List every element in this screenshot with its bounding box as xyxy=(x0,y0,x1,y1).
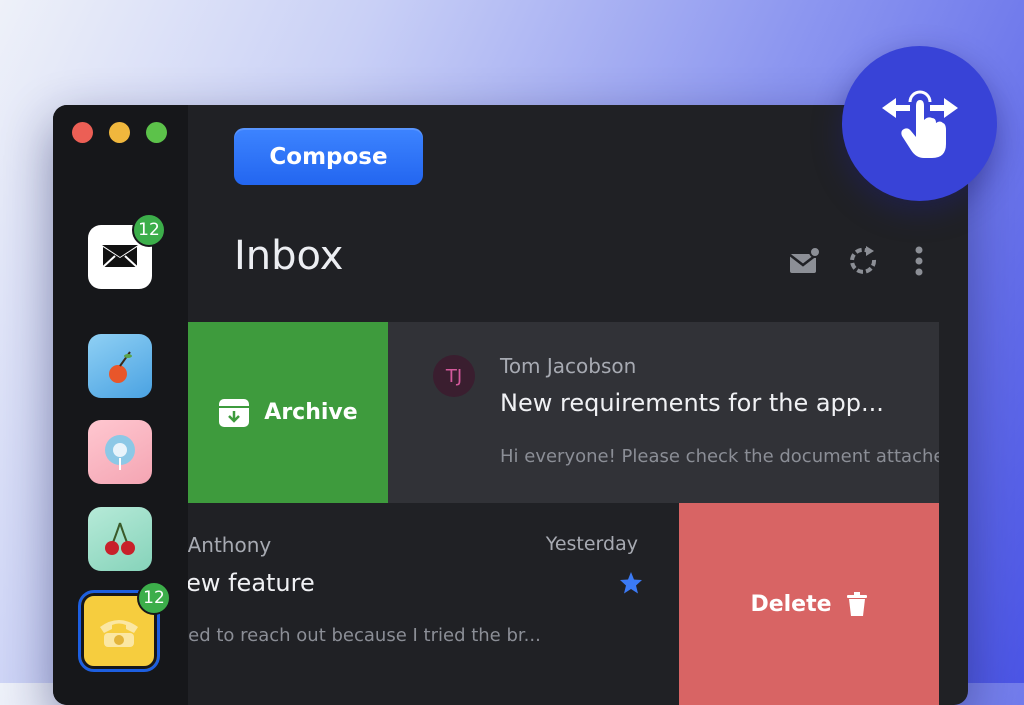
mail-icon xyxy=(101,243,139,271)
archive-icon xyxy=(218,398,250,428)
message-row[interactable]: ger Anthony Yesterday d new feature vant… xyxy=(188,503,939,705)
compose-button[interactable]: Compose xyxy=(234,128,423,185)
unread-count-badge: 12 xyxy=(137,581,171,615)
sidebar-app-fruit[interactable] xyxy=(88,334,152,398)
archive-swipe-action[interactable]: Archive xyxy=(188,322,388,503)
message-card[interactable]: ger Anthony Yesterday d new feature vant… xyxy=(188,503,678,705)
message-sender: Tom Jacobson xyxy=(500,354,636,378)
sidebar-app-cherry[interactable] xyxy=(88,507,152,571)
sidebar-app-phone[interactable]: 12 xyxy=(78,590,160,672)
close-window-button[interactable] xyxy=(72,122,93,143)
cherry-icon xyxy=(98,517,142,561)
swipe-gesture-badge xyxy=(842,46,997,201)
message-sender: ger Anthony xyxy=(188,533,271,557)
app-sidebar: 12 xyxy=(53,105,188,705)
delete-swipe-action[interactable]: Delete xyxy=(679,503,939,705)
message-subject: d new feature xyxy=(188,569,315,597)
delete-label: Delete xyxy=(750,592,831,617)
sidebar-app-mail[interactable]: 12 xyxy=(88,225,152,289)
zoom-window-button[interactable] xyxy=(146,122,167,143)
message-preview: Hi everyone! Please check the document a… xyxy=(500,446,939,467)
page-title: Inbox xyxy=(234,233,343,279)
mark-read-icon[interactable] xyxy=(788,245,820,277)
message-row[interactable]: Archive TJ Tom Jacobson New requirements… xyxy=(188,322,939,503)
sidebar-app-candy[interactable] xyxy=(88,420,152,484)
message-date: Yesterday xyxy=(546,533,638,555)
more-vertical-icon[interactable] xyxy=(913,245,945,277)
avatar: TJ xyxy=(433,355,475,397)
swipe-horizontal-hand-icon xyxy=(878,82,962,166)
trash-icon xyxy=(846,591,868,617)
message-subject: New requirements for the app... xyxy=(500,389,884,417)
candy-icon xyxy=(98,430,142,474)
refresh-icon[interactable] xyxy=(848,245,880,277)
mail-app-window: 12 xyxy=(53,105,968,705)
archive-label: Archive xyxy=(264,400,357,425)
message-card[interactable]: TJ Tom Jacobson New requirements for the… xyxy=(388,322,939,503)
unread-count-badge: 12 xyxy=(132,213,166,247)
message-preview: vanted to reach out because I tried the … xyxy=(188,625,541,646)
fruit-icon xyxy=(98,344,142,388)
minimize-window-button[interactable] xyxy=(109,122,130,143)
telephone-icon xyxy=(94,609,144,653)
star-icon[interactable] xyxy=(619,571,643,600)
